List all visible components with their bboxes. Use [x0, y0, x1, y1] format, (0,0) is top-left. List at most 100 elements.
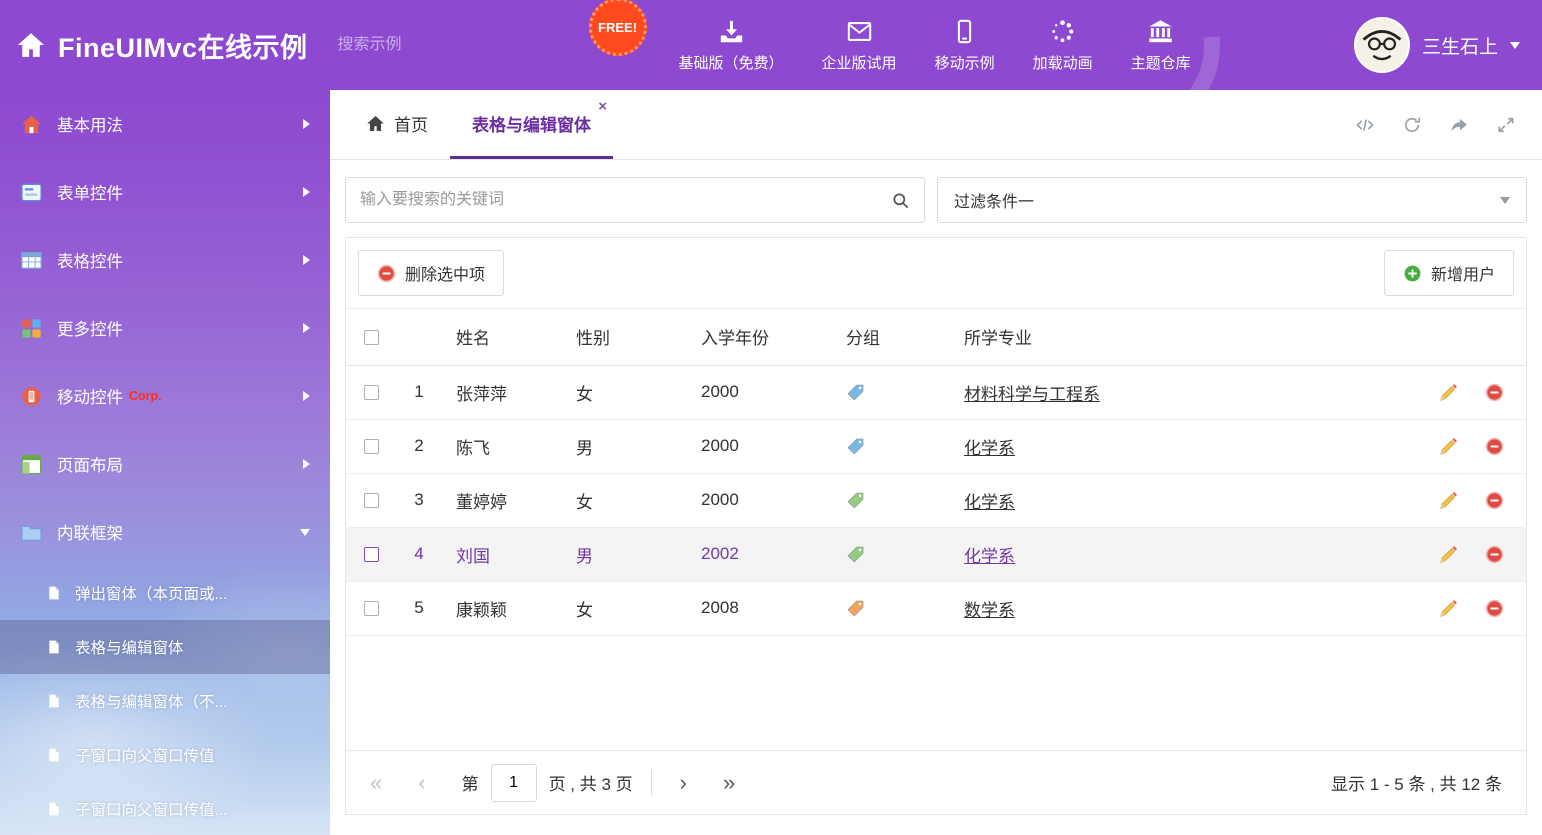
sidebar-item[interactable]: 更多控件	[0, 294, 330, 362]
row-checkbox[interactable]	[364, 547, 379, 562]
edit-icon[interactable]	[1438, 490, 1459, 511]
data-grid: 姓名性别入学年份分组所学专业 1张萍萍女2000材料科学与工程系2陈飞男2000…	[346, 309, 1526, 636]
column-header[interactable]: 所学专业	[950, 309, 1406, 365]
tab-home[interactable]: 首页	[344, 90, 450, 159]
brand[interactable]: FineUIMvc在线示例	[0, 26, 308, 65]
row-checkbox[interactable]	[364, 385, 379, 400]
last-page-button[interactable]: »	[723, 772, 735, 794]
keyword-input[interactable]	[360, 191, 891, 209]
table-row[interactable]: 5康颖颖女2008数学系	[346, 581, 1526, 635]
tab-label: 首页	[394, 111, 428, 136]
row-checkbox[interactable]	[364, 601, 379, 616]
sidebar-item[interactable]: 内联框架	[0, 498, 330, 566]
home-red-icon	[20, 113, 43, 136]
column-header[interactable]: 分组	[832, 309, 950, 365]
edit-icon[interactable]	[1438, 436, 1459, 457]
close-icon[interactable]: ×	[598, 99, 607, 114]
topnav-item[interactable]: 移动示例	[935, 18, 995, 73]
prev-page-button[interactable]: ‹	[418, 772, 425, 794]
cell-gender: 女	[562, 365, 687, 419]
table-row[interactable]: 3董婷婷女2000化学系	[346, 473, 1526, 527]
edit-icon[interactable]	[1438, 382, 1459, 403]
search-icon[interactable]	[891, 191, 910, 210]
sidebar-subitem-label: 子窗口向父窗口传值	[75, 744, 215, 766]
delete-icon[interactable]	[1485, 383, 1504, 402]
sidebar-subitem[interactable]: 弹出窗体（本页面或...	[0, 566, 330, 620]
column-header[interactable]: 入学年份	[687, 309, 832, 365]
file-icon	[46, 693, 62, 709]
column-header[interactable]: 性别	[562, 309, 687, 365]
tag-icon	[846, 599, 865, 618]
user-menu[interactable]: 三生石上	[1354, 17, 1542, 73]
page-count-label: 页 , 共 3 页	[549, 770, 633, 795]
next-page-button[interactable]: ›	[680, 772, 687, 794]
sidebar-item[interactable]: 基本用法	[0, 90, 330, 158]
delete-icon[interactable]	[1485, 545, 1504, 564]
add-button-label: 新增用户	[1431, 261, 1495, 285]
sidebar-subitem[interactable]: 子窗口向父窗口传值	[0, 728, 330, 782]
page-number-input[interactable]	[491, 764, 537, 802]
cell-gender: 女	[562, 473, 687, 527]
table-row[interactable]: 4刘国男2002化学系	[346, 527, 1526, 581]
share-icon[interactable]	[1449, 115, 1469, 135]
topnav-item-label: 主题仓库	[1131, 52, 1191, 73]
tab-grid-edit-window[interactable]: 表格与编辑窗体 ×	[450, 90, 613, 159]
sidebar-item[interactable]: 移动控件Corp.	[0, 362, 330, 430]
header-search-input[interactable]	[338, 36, 545, 54]
sidebar-item[interactable]: 表格控件	[0, 226, 330, 294]
top-header: FineUIMvc在线示例 FREE! 基础版（免费）企业版试用移动示例加载动画…	[0, 0, 1542, 90]
grid-toolbar: 删除选中项 新增用户	[346, 238, 1526, 309]
keyword-search	[345, 177, 925, 223]
cell-name: 陈飞	[442, 419, 562, 473]
sidebar-item-label: 表格控件	[57, 248, 123, 272]
major-link[interactable]: 数学系	[964, 601, 1015, 620]
topnav-item-label: 移动示例	[935, 52, 995, 73]
mobile-icon	[951, 18, 978, 45]
table-row[interactable]: 2陈飞男2000化学系	[346, 419, 1526, 473]
file-icon	[46, 801, 62, 817]
edit-icon[interactable]	[1438, 598, 1459, 619]
topnav-item-label: 基础版（免费）	[679, 52, 784, 73]
first-page-button[interactable]: «	[370, 772, 382, 794]
major-link[interactable]: 化学系	[964, 493, 1015, 512]
topnav-item[interactable]: 企业版试用	[822, 18, 897, 73]
caret-down-icon	[1510, 42, 1520, 49]
sidebar-item-label: 内联框架	[57, 520, 123, 544]
column-header[interactable]: 姓名	[442, 309, 562, 365]
delete-icon[interactable]	[1485, 491, 1504, 510]
chevron-right-icon	[303, 459, 310, 469]
row-index: 2	[396, 419, 442, 473]
add-user-button[interactable]: 新增用户	[1384, 250, 1514, 296]
edit-icon[interactable]	[1438, 544, 1459, 565]
major-link[interactable]: 化学系	[964, 547, 1015, 566]
major-link[interactable]: 材料科学与工程系	[964, 385, 1100, 404]
select-all-checkbox[interactable]	[364, 330, 379, 345]
topnav-item[interactable]: 加载动画	[1033, 18, 1093, 73]
table-row[interactable]: 1张萍萍女2000材料科学与工程系	[346, 365, 1526, 419]
cell-name: 康颖颖	[442, 581, 562, 635]
sidebar-item[interactable]: 页面布局	[0, 430, 330, 498]
sidebar-subitem[interactable]: 表格与编辑窗体（不...	[0, 674, 330, 728]
topnav-item[interactable]: 主题仓库	[1131, 18, 1191, 73]
refresh-icon[interactable]	[1402, 115, 1422, 135]
sidebar-subitem[interactable]: 表格与编辑窗体	[0, 620, 330, 674]
delete-icon[interactable]	[1485, 437, 1504, 456]
minus-circle-icon	[377, 264, 396, 283]
row-checkbox[interactable]	[364, 493, 379, 508]
sidebar-item[interactable]: 表单控件	[0, 158, 330, 226]
row-checkbox[interactable]	[364, 439, 379, 454]
major-link[interactable]: 化学系	[964, 439, 1015, 458]
layout-icon	[20, 453, 43, 476]
delete-icon[interactable]	[1485, 599, 1504, 618]
tag-icon	[846, 545, 865, 564]
expand-icon[interactable]	[1496, 115, 1516, 135]
caret-down-icon	[1500, 197, 1510, 204]
topnav-item[interactable]: 基础版（免费）	[679, 18, 784, 73]
sidebar-subitem[interactable]: 子窗口向父窗口传值...	[0, 782, 330, 835]
sidebar-item-label: 更多控件	[57, 316, 123, 340]
delete-selected-button[interactable]: 删除选中项	[358, 250, 504, 296]
row-index: 3	[396, 473, 442, 527]
filter-dropdown[interactable]: 过滤条件一	[937, 177, 1527, 223]
chevron-right-icon	[303, 391, 310, 401]
code-icon[interactable]	[1355, 115, 1375, 135]
